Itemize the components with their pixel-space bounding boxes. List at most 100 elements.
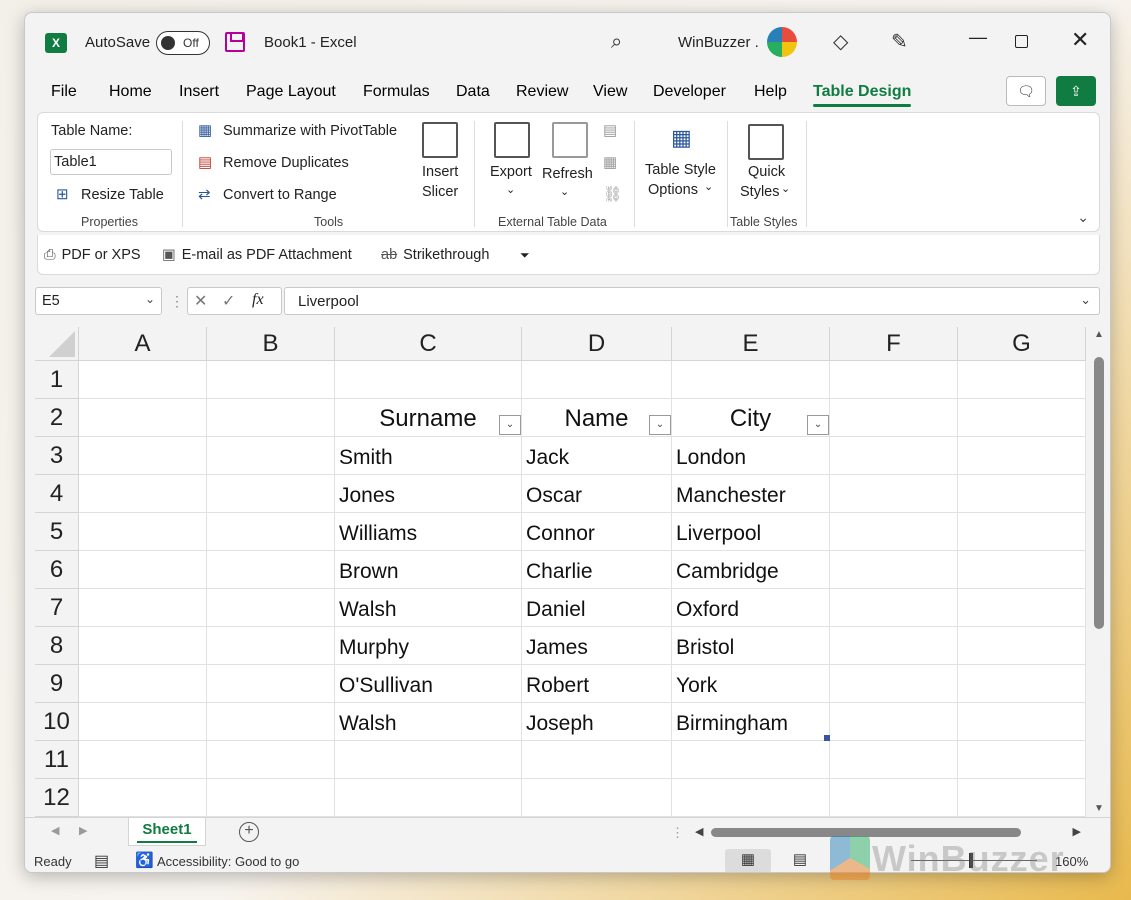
row-header-9[interactable]: 9 (35, 665, 79, 703)
table-cell[interactable]: Jack (522, 437, 672, 475)
refresh-dropdown-icon[interactable]: ⌄ (560, 185, 569, 198)
add-sheet-icon[interactable]: + (239, 822, 259, 842)
user-name[interactable]: WinBuzzer . (678, 34, 759, 51)
email-pdf-button[interactable]: ▣ E-mail as PDF Attachment (162, 247, 352, 263)
column-header-f[interactable]: F (830, 327, 958, 361)
save-icon[interactable] (225, 32, 245, 52)
row-header-1[interactable]: 1 (35, 361, 79, 399)
filter-dropdown-icon[interactable]: ⌄ (807, 415, 829, 435)
formula-bar-grip-icon[interactable]: ⋮ (170, 293, 184, 310)
table-cell[interactable]: James (522, 627, 672, 665)
comments-button[interactable]: 🗨 (1006, 76, 1046, 106)
table-style-options-label-1[interactable]: Table Style (645, 162, 716, 178)
tab-review[interactable]: Review (516, 83, 568, 101)
table-cell[interactable]: Manchester (672, 475, 830, 513)
summarize-pivottable-button[interactable]: Summarize with PivotTable (223, 123, 397, 139)
cell-a2[interactable] (79, 399, 207, 437)
pen-icon[interactable]: ✎ (891, 29, 908, 54)
cell-a11[interactable] (79, 741, 207, 779)
unlink-icon[interactable]: ⛓ (603, 185, 622, 203)
diamond-icon[interactable]: ◇ (833, 29, 848, 54)
cell-b6[interactable] (207, 551, 335, 589)
filter-dropdown-icon[interactable]: ⌄ (499, 415, 521, 435)
scroll-right-icon[interactable]: ▶ (1073, 825, 1081, 838)
table-cell[interactable]: Daniel (522, 589, 672, 627)
macro-record-icon[interactable]: ▤ (94, 851, 109, 871)
table-style-options-dropdown-icon[interactable]: ⌄ (704, 180, 713, 193)
normal-view-icon[interactable]: ▦ (725, 849, 771, 872)
tab-view[interactable]: View (593, 83, 627, 101)
cell-f1[interactable] (830, 361, 958, 399)
cell-d12[interactable] (522, 779, 672, 817)
cell-a6[interactable] (79, 551, 207, 589)
cell-f9[interactable] (830, 665, 958, 703)
cell-f7[interactable] (830, 589, 958, 627)
table-cell[interactable]: London (672, 437, 830, 475)
cell-g10[interactable] (958, 703, 1086, 741)
cell-a10[interactable] (79, 703, 207, 741)
cell-g11[interactable] (958, 741, 1086, 779)
cell-a12[interactable] (79, 779, 207, 817)
enter-icon[interactable]: ✓ (222, 291, 235, 311)
cell-a4[interactable] (79, 475, 207, 513)
search-icon[interactable]: ⌕ (611, 31, 622, 54)
autosave-toggle[interactable]: Off (156, 31, 210, 55)
cell-b1[interactable] (207, 361, 335, 399)
column-header-b[interactable]: B (207, 327, 335, 361)
quick-styles-label-1[interactable]: Quick (748, 164, 785, 180)
table-cell[interactable]: Smith (335, 437, 522, 475)
cell-g4[interactable] (958, 475, 1086, 513)
column-header-c[interactable]: C (335, 327, 522, 361)
table-cell[interactable]: Oxford (672, 589, 830, 627)
table-cell[interactable]: Robert (522, 665, 672, 703)
row-header-12[interactable]: 12 (35, 779, 79, 817)
cell-g3[interactable] (958, 437, 1086, 475)
minimize-icon[interactable]: — (969, 27, 987, 48)
cell-f8[interactable] (830, 627, 958, 665)
row-header-3[interactable]: 3 (35, 437, 79, 475)
cell-a9[interactable] (79, 665, 207, 703)
cell-b7[interactable] (207, 589, 335, 627)
cell-b8[interactable] (207, 627, 335, 665)
cell-d11[interactable] (522, 741, 672, 779)
scroll-up-icon[interactable]: ▲ (1094, 329, 1104, 340)
accessibility-status[interactable]: Accessibility: Good to go (157, 854, 299, 869)
select-all-corner[interactable] (35, 327, 79, 361)
row-header-5[interactable]: 5 (35, 513, 79, 551)
quick-styles-label-2[interactable]: Styles (740, 184, 780, 200)
chevron-down-icon[interactable]: ⌄ (145, 292, 155, 306)
cell-e12[interactable] (672, 779, 830, 817)
table-cell[interactable]: Joseph (522, 703, 672, 741)
table-cell[interactable]: Cambridge (672, 551, 830, 589)
expand-formula-icon[interactable]: ⌄ (1080, 292, 1091, 308)
cell-a3[interactable] (79, 437, 207, 475)
cell-b10[interactable] (207, 703, 335, 741)
cell-f10[interactable] (830, 703, 958, 741)
insert-slicer-label-2[interactable]: Slicer (422, 184, 458, 200)
table-style-options-label-2[interactable]: Options (648, 182, 698, 198)
vertical-scrollbar[interactable]: ▲ ▼ (1088, 327, 1110, 817)
scroll-left-icon[interactable]: ◀ (695, 825, 703, 838)
tab-table-design[interactable]: Table Design (813, 83, 912, 107)
row-header-8[interactable]: 8 (35, 627, 79, 665)
cell-a5[interactable] (79, 513, 207, 551)
properties-icon[interactable]: ▤ (603, 121, 617, 139)
cell-a7[interactable] (79, 589, 207, 627)
page-layout-view-icon[interactable]: ▤ (777, 849, 823, 872)
vertical-scroll-thumb[interactable] (1094, 357, 1104, 629)
cell-g6[interactable] (958, 551, 1086, 589)
name-box[interactable]: E5 ⌄ (35, 287, 162, 315)
cell-b4[interactable] (207, 475, 335, 513)
spreadsheet-grid[interactable]: A B C D E F G 1 2 Surname Name City 3 Smith Jack London… (35, 327, 1086, 817)
row-header-2[interactable]: 2 (35, 399, 79, 437)
table-cell[interactable]: Connor (522, 513, 672, 551)
cell-g2[interactable] (958, 399, 1086, 437)
cell-b2[interactable] (207, 399, 335, 437)
next-sheet-icon[interactable]: ▶ (79, 824, 87, 837)
maximize-icon[interactable] (1015, 35, 1028, 48)
table-cell[interactable]: Walsh (335, 589, 522, 627)
cell-c12[interactable] (335, 779, 522, 817)
accessibility-icon[interactable]: ♿ (135, 851, 154, 869)
table-cell[interactable]: Liverpool (672, 513, 830, 551)
cell-f3[interactable] (830, 437, 958, 475)
